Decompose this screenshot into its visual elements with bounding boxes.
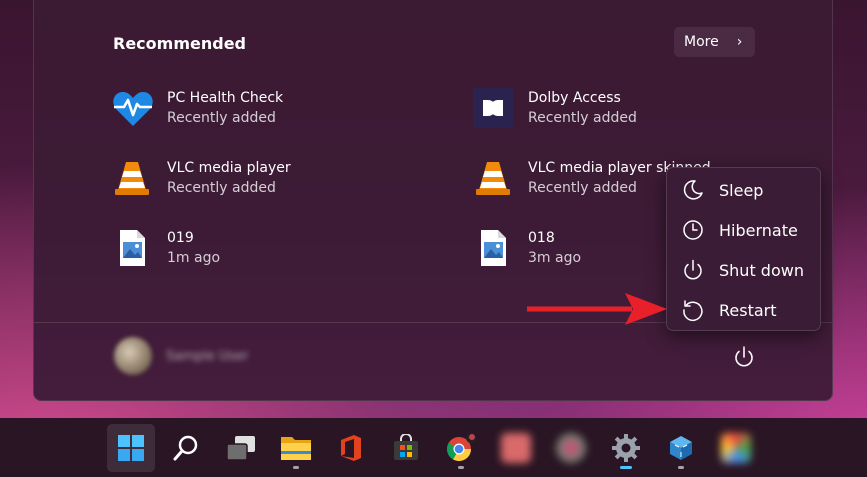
taskbar [0, 418, 867, 477]
recommended-item-vlc[interactable]: VLC media player Recently added [112, 158, 291, 198]
menu-item-label: Hibernate [719, 220, 798, 240]
recommended-item-018[interactable]: 018 3m ago [473, 228, 581, 268]
search-icon [173, 435, 198, 461]
taskbar-task-view-button[interactable] [217, 424, 265, 472]
image-file-icon [473, 228, 513, 268]
item-title: VLC media player [167, 160, 291, 176]
chevron-right-icon: › [736, 34, 743, 50]
app-blurred-2-icon [556, 433, 586, 463]
item-title: Dolby Access [528, 90, 621, 106]
power-button[interactable] [729, 342, 759, 372]
red-arrow-annotation [527, 293, 667, 325]
item-title: 018 [528, 230, 555, 246]
taskbar-search-button[interactable] [162, 424, 210, 472]
user-account-button[interactable]: Sample User [114, 337, 249, 375]
running-indicator [293, 466, 299, 469]
recommended-item-019[interactable]: 019 1m ago [112, 228, 220, 268]
power-icon [684, 259, 702, 280]
task-view-icon [226, 436, 255, 461]
menu-item-shut-down[interactable]: Shut down [681, 252, 804, 288]
vlc-cone-icon [112, 158, 152, 198]
menu-item-restart[interactable]: Restart [681, 292, 777, 328]
taskbar-office-button[interactable] [327, 424, 375, 472]
file-explorer-icon [281, 437, 311, 460]
taskbar-file-explorer-button[interactable] [272, 424, 320, 472]
recommended-title: Recommended [113, 34, 246, 53]
image-file-icon [112, 228, 152, 268]
avatar [114, 337, 152, 375]
item-subtitle: Recently added [528, 110, 637, 126]
taskbar-app-blurred-2[interactable] [547, 424, 595, 472]
heart-pulse-icon [112, 88, 153, 128]
item-subtitle: Recently added [167, 110, 276, 126]
app-cube-icon [670, 436, 692, 460]
item-subtitle: 1m ago [167, 250, 221, 266]
more-button[interactable]: More › [674, 27, 755, 57]
store-icon [394, 434, 418, 460]
office-icon [341, 435, 361, 461]
item-subtitle: Recently added [167, 180, 276, 196]
dolby-icon [473, 88, 513, 128]
item-title: PC Health Check [167, 90, 284, 106]
taskbar-chrome-button[interactable] [437, 424, 485, 472]
menu-item-label: Sleep [719, 180, 764, 200]
more-label: More [684, 34, 719, 50]
clock-icon [683, 220, 703, 240]
settings-icon [612, 434, 640, 462]
app-blurred-3-icon [721, 433, 751, 463]
restart-icon [683, 300, 703, 322]
running-indicator [620, 466, 632, 469]
vlc-cone-icon [473, 158, 513, 198]
user-name: Sample User [166, 348, 249, 364]
running-indicator [458, 466, 464, 469]
power-icon [735, 346, 753, 367]
windows-start-icon [118, 435, 144, 461]
taskbar-app-blurred-3[interactable] [712, 424, 760, 472]
chrome-icon [446, 433, 476, 462]
taskbar-start-button[interactable] [107, 424, 155, 472]
moon-icon [683, 180, 703, 200]
menu-item-label: Restart [719, 300, 777, 320]
recommended-item-dolby-access[interactable]: Dolby Access Recently added [473, 88, 637, 128]
app-blurred-1-icon [501, 433, 531, 463]
menu-item-hibernate[interactable]: Hibernate [681, 212, 798, 248]
menu-item-label: Shut down [719, 260, 804, 280]
running-indicator [678, 466, 684, 469]
item-title: 019 [167, 230, 194, 246]
item-subtitle: 3m ago [528, 250, 582, 266]
taskbar-app-blurred-1[interactable] [492, 424, 540, 472]
taskbar-store-button[interactable] [382, 424, 430, 472]
recommended-item-pc-health-check[interactable]: PC Health Check Recently added [112, 88, 283, 128]
menu-item-sleep[interactable]: Sleep [681, 172, 763, 208]
taskbar-app-cube-button[interactable] [657, 424, 705, 472]
taskbar-settings-button[interactable] [602, 424, 650, 472]
power-options-menu: Sleep Hibernate Shut down Restart [666, 167, 821, 331]
